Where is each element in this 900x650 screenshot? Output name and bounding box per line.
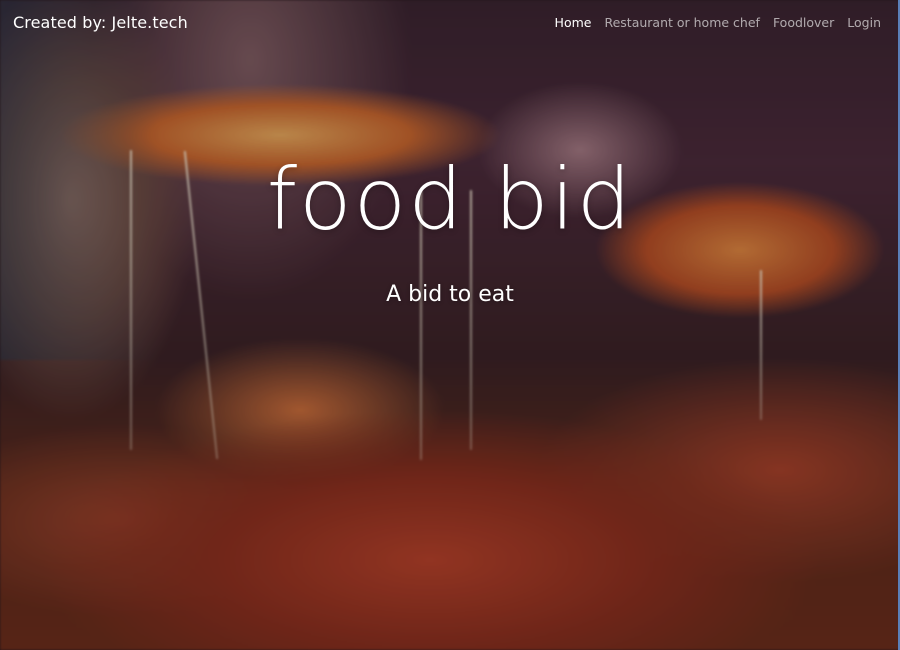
hero-overlay bbox=[0, 0, 900, 650]
nav-link-home[interactable]: Home bbox=[555, 15, 592, 30]
nav-link-foodlover[interactable]: Foodlover bbox=[773, 15, 834, 30]
landing-page: Created by: Jelte.tech Home Restaurant o… bbox=[0, 0, 900, 650]
navbar: Created by: Jelte.tech Home Restaurant o… bbox=[0, 0, 900, 44]
nav-link-restaurant-or-home-chef[interactable]: Restaurant or home chef bbox=[604, 15, 759, 30]
hero-title: food bid bbox=[266, 151, 634, 249]
nav-link-login[interactable]: Login bbox=[847, 15, 881, 30]
hero-subtitle: A bid to eat bbox=[386, 282, 514, 307]
brand-link[interactable]: Created by: Jelte.tech bbox=[13, 13, 188, 32]
nav-links: Home Restaurant or home chef Foodlover L… bbox=[555, 15, 881, 30]
